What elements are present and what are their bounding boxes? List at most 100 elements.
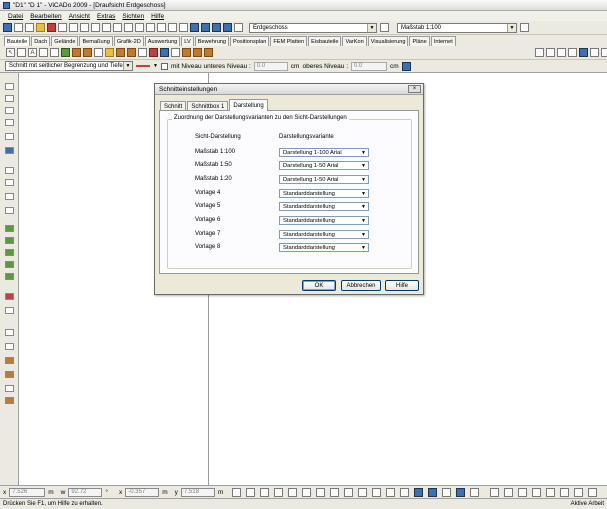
chevron-down-icon[interactable]: ▼ — [153, 63, 158, 69]
tool-7-icon[interactable] — [5, 167, 14, 174]
select-arrow-icon[interactable]: ↖ — [6, 48, 15, 57]
tool-19-icon[interactable] — [5, 343, 14, 350]
tab-bauteile[interactable]: Bauteile — [4, 36, 31, 46]
undo-icon[interactable] — [91, 23, 100, 32]
snap-10-icon[interactable] — [372, 487, 382, 497]
dx-field[interactable]: -0.357 — [125, 487, 160, 497]
tab-fem-platten[interactable]: FEM Platten — [270, 36, 308, 46]
beam-icon[interactable] — [83, 48, 92, 57]
ok-button[interactable]: OK — [302, 280, 336, 291]
floor-settings-icon[interactable] — [380, 23, 389, 32]
layout-icon[interactable] — [179, 23, 188, 32]
snap-9-icon[interactable] — [358, 487, 368, 497]
snap-2-icon[interactable] — [260, 487, 270, 497]
dialog-title-bar[interactable]: Schnitteinstellungen × — [155, 84, 423, 95]
variant-select[interactable]: Standarddarstellung ▼ — [279, 243, 369, 252]
snap-15-icon[interactable] — [442, 487, 452, 497]
view-2-icon[interactable] — [201, 23, 210, 32]
variant-select[interactable]: Darstellung 1-50 Arial ▼ — [279, 175, 369, 184]
tool-17-icon[interactable] — [5, 307, 14, 314]
snap-18-icon[interactable] — [490, 487, 500, 497]
copy-icon[interactable] — [69, 23, 78, 32]
redo-icon[interactable] — [102, 23, 111, 32]
snap-21-icon[interactable] — [532, 487, 542, 497]
tool-20-icon[interactable] — [5, 357, 14, 364]
tool-23-icon[interactable] — [5, 397, 14, 404]
snap-7-icon[interactable] — [330, 487, 340, 497]
floor-select[interactable]: Erdgeschoss ▼ — [249, 22, 377, 33]
tool-4-icon[interactable] — [5, 119, 14, 126]
redraw-icon[interactable] — [157, 23, 166, 32]
variant-select[interactable]: Standarddarstellung ▼ — [279, 216, 369, 225]
slab-icon[interactable] — [105, 48, 114, 57]
tab-bemassung[interactable]: Bemaßung — [79, 36, 113, 46]
tab-eisbauteile[interactable]: Eisbauteile — [308, 36, 342, 46]
column-icon[interactable] — [72, 48, 81, 57]
tool-15-icon[interactable] — [5, 273, 14, 280]
menu-datei[interactable]: Datei — [8, 13, 23, 20]
snap-17-icon[interactable] — [470, 487, 480, 497]
snap-8-icon[interactable] — [344, 487, 354, 497]
snap-24-icon[interactable] — [574, 487, 584, 497]
snap-4-icon[interactable] — [288, 487, 298, 497]
wall-icon[interactable] — [61, 48, 70, 57]
close-icon[interactable]: × — [408, 85, 421, 93]
tool-22-icon[interactable] — [5, 385, 14, 392]
snap-6-icon[interactable] — [316, 487, 326, 497]
angle-field[interactable]: 92.72 — [68, 487, 103, 497]
view-1-icon[interactable] — [190, 23, 199, 32]
snap-23-icon[interactable] — [560, 487, 570, 497]
opening-icon[interactable] — [138, 48, 147, 57]
tab-dach[interactable]: Dach — [31, 36, 51, 46]
section-mode-select[interactable]: Schnitt mit seitlicher Begrenzung und Ti… — [5, 61, 133, 71]
visual-5-icon[interactable] — [579, 48, 588, 57]
visual-2-icon[interactable] — [546, 48, 555, 57]
tab-plaene[interactable]: Pläne — [409, 36, 430, 46]
tab-varkon[interactable]: VarKon — [342, 36, 367, 46]
scale-settings-icon[interactable] — [520, 23, 529, 32]
pencil-icon[interactable] — [17, 48, 26, 57]
tool-13-icon[interactable] — [5, 249, 14, 256]
tool-6-icon[interactable] — [5, 147, 14, 154]
snap-5-icon[interactable] — [302, 487, 312, 497]
room-icon[interactable] — [160, 48, 169, 57]
tab-internet[interactable]: Internet — [430, 36, 456, 46]
snap-3-icon[interactable] — [274, 487, 284, 497]
line-style-icon[interactable] — [136, 65, 150, 67]
tool-12-icon[interactable] — [5, 237, 14, 244]
snap-11-icon[interactable] — [386, 487, 396, 497]
x-field[interactable]: 7.526 — [9, 487, 46, 497]
tool-14-icon[interactable] — [5, 261, 14, 268]
tab-gelaende[interactable]: Gelände — [51, 36, 79, 46]
tab-positionsplan[interactable]: Positionsplan — [230, 36, 270, 46]
tool-21-icon[interactable] — [5, 371, 14, 378]
y-field[interactable]: 7.518 — [180, 487, 215, 497]
tool-1-icon[interactable] — [5, 83, 14, 90]
tool-9-icon[interactable] — [5, 193, 14, 200]
menu-ansicht[interactable]: Ansicht — [69, 13, 90, 20]
window-element-icon[interactable] — [127, 48, 136, 57]
tool-18-icon[interactable] — [5, 329, 14, 336]
tool-3-icon[interactable] — [5, 107, 14, 114]
stair-icon[interactable] — [116, 48, 125, 57]
grid-lines-icon[interactable] — [171, 48, 180, 57]
snap-12-icon[interactable] — [400, 487, 410, 497]
variant-select[interactable]: Standarddarstellung ▼ — [279, 202, 369, 211]
snap-19-icon[interactable] — [504, 487, 514, 497]
check-icon[interactable] — [36, 23, 45, 32]
text-icon[interactable]: A — [28, 48, 37, 57]
snap-20-icon[interactable] — [518, 487, 528, 497]
tool-16-icon[interactable] — [5, 293, 14, 300]
tool-11-icon[interactable] — [5, 225, 14, 232]
lower-level-field[interactable]: 0.0 — [253, 61, 288, 71]
variant-select[interactable]: Standarddarstellung ▼ — [279, 230, 369, 239]
snap-22-icon[interactable] — [546, 487, 556, 497]
snap-1-icon[interactable] — [246, 487, 256, 497]
visual-3-icon[interactable] — [557, 48, 566, 57]
tool-8-icon[interactable] — [5, 179, 14, 186]
save-icon[interactable] — [3, 23, 12, 32]
zoom-icon[interactable] — [113, 23, 122, 32]
measure-icon[interactable] — [39, 48, 48, 57]
menu-sichten[interactable]: Sichten — [122, 13, 144, 20]
terrain-icon[interactable] — [204, 48, 213, 57]
